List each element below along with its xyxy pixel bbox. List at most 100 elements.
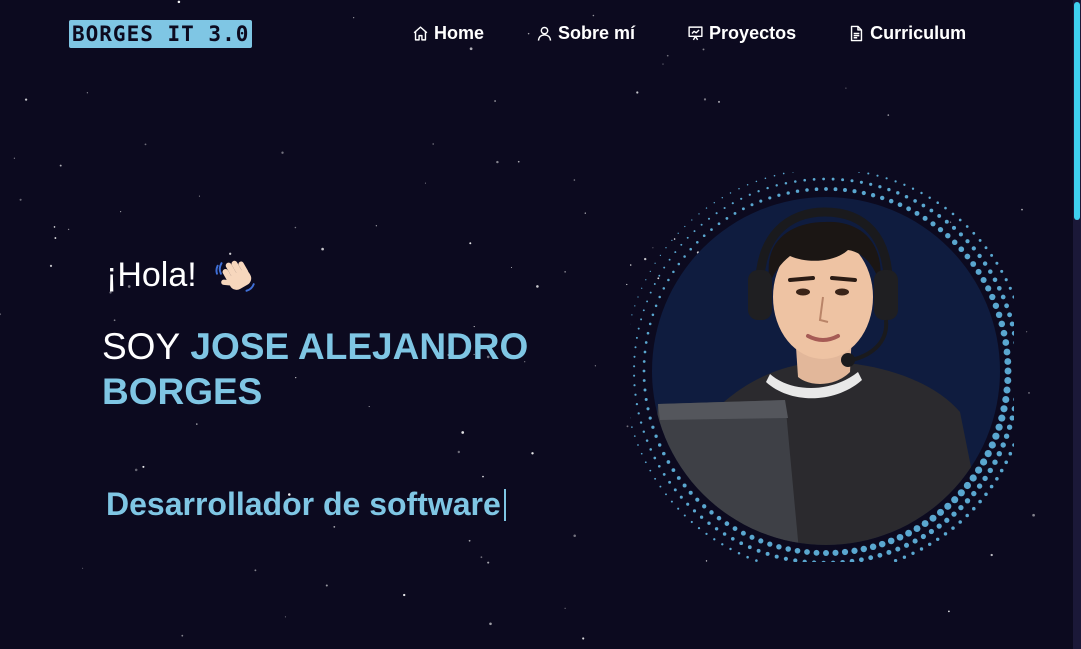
ring-dot bbox=[702, 234, 706, 238]
ring-dot bbox=[657, 443, 662, 447]
nav-home-label: Home bbox=[434, 22, 485, 43]
ring-dot bbox=[670, 500, 673, 503]
ring-dot bbox=[649, 270, 651, 273]
ring-dot bbox=[985, 285, 992, 292]
ring-dot bbox=[710, 228, 713, 231]
ring-dot bbox=[958, 504, 964, 511]
ring-dot bbox=[695, 497, 700, 502]
ring-dot bbox=[929, 514, 937, 522]
ring-dot bbox=[775, 184, 778, 187]
ring-dot bbox=[951, 496, 959, 504]
site-logo[interactable]: BORGES IT 3.0 bbox=[69, 20, 253, 48]
ring-dot bbox=[841, 548, 849, 556]
ring-dot bbox=[921, 520, 929, 528]
ring-dot bbox=[690, 520, 693, 524]
ring-dot bbox=[992, 277, 998, 283]
nav-sobre-mi[interactable]: Sobre mí bbox=[536, 23, 635, 44]
ring-dot bbox=[911, 551, 915, 555]
ring-dot bbox=[746, 555, 749, 559]
ring-dot bbox=[757, 190, 760, 193]
ring-dot bbox=[930, 221, 936, 227]
ring-dot bbox=[870, 193, 876, 198]
ring-dot bbox=[671, 468, 676, 472]
ring-dot bbox=[659, 485, 662, 488]
ring-dot bbox=[920, 191, 923, 195]
ring-dot bbox=[849, 558, 855, 562]
ring-dot bbox=[658, 274, 661, 277]
ring-dot bbox=[773, 174, 776, 177]
ring-dot bbox=[998, 320, 1006, 328]
nav-curriculum[interactable]: Curriculum bbox=[848, 23, 966, 44]
ring-dot bbox=[964, 253, 971, 260]
ring-dot bbox=[689, 247, 692, 251]
ring-dot bbox=[721, 543, 724, 546]
star bbox=[281, 151, 284, 154]
star bbox=[517, 160, 520, 163]
ring-dot bbox=[732, 526, 738, 531]
star bbox=[487, 561, 490, 564]
ring-dot bbox=[674, 251, 677, 254]
ring-dot bbox=[824, 187, 828, 191]
ring-dot bbox=[978, 238, 982, 242]
star bbox=[432, 143, 435, 145]
ring-dot bbox=[823, 550, 829, 556]
ring-dot bbox=[896, 533, 904, 541]
ring-dot bbox=[709, 510, 714, 515]
ring-dot bbox=[634, 393, 637, 396]
star bbox=[564, 271, 566, 273]
ring-dot bbox=[903, 183, 906, 186]
ring-dot bbox=[964, 498, 971, 504]
ring-dot bbox=[920, 533, 926, 540]
ring-dot bbox=[637, 412, 640, 415]
ring-dot bbox=[721, 196, 724, 199]
star bbox=[284, 616, 286, 618]
ring-dot bbox=[995, 261, 999, 265]
ring-dot bbox=[951, 225, 957, 230]
star bbox=[489, 622, 492, 626]
ring-dot bbox=[840, 559, 845, 562]
ring-dot bbox=[677, 262, 681, 266]
ring-dot bbox=[936, 201, 939, 204]
ring-dot bbox=[673, 488, 677, 492]
ring-dot bbox=[1009, 321, 1014, 327]
ring-dot bbox=[665, 493, 667, 496]
ring-dot bbox=[944, 219, 949, 224]
star bbox=[468, 539, 471, 542]
ring-dot bbox=[987, 467, 993, 474]
star bbox=[494, 100, 497, 102]
ring-dot bbox=[903, 542, 910, 548]
ring-dot bbox=[723, 206, 726, 210]
ring-dot bbox=[912, 538, 918, 544]
ring-dot bbox=[756, 548, 761, 553]
ring-dot bbox=[976, 483, 983, 489]
ring-dot bbox=[897, 202, 903, 208]
nav-home[interactable]: Home bbox=[412, 23, 484, 44]
ring-dot bbox=[792, 172, 794, 173]
ring-dot bbox=[648, 416, 652, 420]
ring-dot bbox=[648, 322, 652, 326]
ring-dot bbox=[906, 206, 911, 212]
ring-dot bbox=[969, 474, 977, 482]
nav-proyectos[interactable]: Proyectos bbox=[687, 23, 796, 44]
ring-dot bbox=[928, 528, 934, 535]
ring-dot bbox=[644, 461, 647, 464]
scrollbar-thumb[interactable] bbox=[1074, 2, 1080, 220]
ring-dot bbox=[666, 460, 671, 464]
ring-dot bbox=[759, 199, 763, 203]
star bbox=[887, 114, 890, 116]
ring-dot bbox=[680, 243, 683, 246]
page-scrollbar[interactable] bbox=[1073, 0, 1081, 649]
star bbox=[626, 283, 628, 286]
ring-dot bbox=[928, 196, 931, 199]
ring-dot bbox=[922, 215, 928, 221]
ring-dot bbox=[740, 530, 746, 536]
ring-dot bbox=[699, 515, 704, 519]
ring-dot bbox=[804, 549, 810, 555]
ring-dot bbox=[911, 187, 915, 190]
ring-dot bbox=[936, 508, 945, 516]
star bbox=[181, 634, 184, 637]
avatar bbox=[630, 172, 1014, 562]
ring-dot bbox=[637, 327, 640, 330]
ring-dot bbox=[782, 172, 785, 175]
ring-dot bbox=[1000, 442, 1006, 448]
